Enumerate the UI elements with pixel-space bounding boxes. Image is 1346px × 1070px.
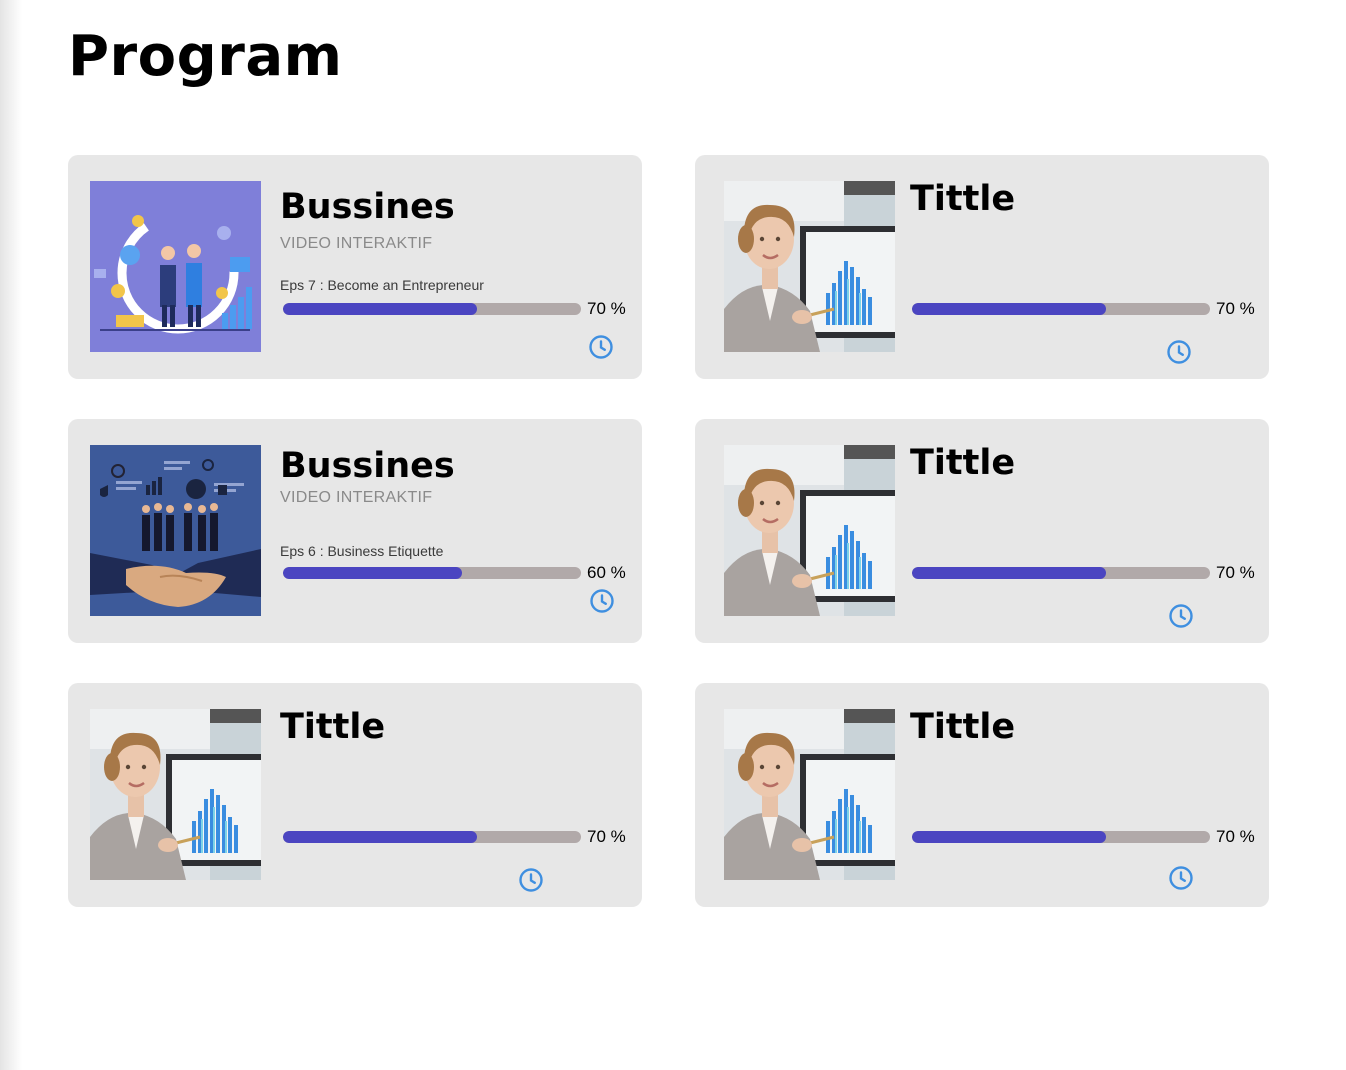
program-card[interactable]: Bussines VIDEO INTERAKTIF Eps 7 : Become… (68, 155, 642, 379)
program-thumbnail[interactable] (724, 181, 895, 352)
program-title: Tittle (910, 443, 1016, 483)
program-thumbnail[interactable] (90, 181, 261, 352)
program-thumbnail[interactable] (724, 445, 895, 616)
progress-percent: 70 % (1216, 299, 1255, 318)
progress-bar-fill (912, 567, 1106, 579)
progress-percent: 60 % (587, 563, 626, 582)
clock-icon[interactable] (1166, 339, 1192, 365)
clock-icon[interactable] (1168, 865, 1194, 891)
clock-icon[interactable] (589, 588, 615, 614)
program-title: Tittle (910, 707, 1016, 747)
left-edge-shadow (0, 0, 22, 1070)
progress-bar-fill (912, 303, 1106, 315)
progress-bar (912, 567, 1210, 579)
progress-percent: 70 % (1216, 827, 1255, 846)
progress-bar (283, 303, 581, 315)
progress-bar (912, 831, 1210, 843)
progress-percent: 70 % (587, 299, 626, 318)
progress-bar (283, 831, 581, 843)
program-card[interactable]: Tittle 70 % (695, 155, 1269, 379)
program-card[interactable]: Tittle 70 % (695, 419, 1269, 643)
program-type: VIDEO INTERAKTIF (280, 235, 433, 252)
program-title: Tittle (910, 179, 1016, 219)
clock-icon[interactable] (518, 867, 544, 893)
progress-bar-fill (283, 831, 477, 843)
program-card[interactable]: Bussines VIDEO INTERAKTIF Eps 6 : Busine… (68, 419, 642, 643)
progress-bar-fill (283, 567, 462, 579)
clock-icon[interactable] (1168, 603, 1194, 629)
clock-icon[interactable] (588, 334, 614, 360)
progress-bar (912, 303, 1210, 315)
program-thumbnail[interactable] (90, 445, 261, 616)
program-title: Tittle (280, 707, 386, 747)
progress-bar-fill (283, 303, 477, 315)
program-type: VIDEO INTERAKTIF (280, 489, 433, 506)
program-thumbnail[interactable] (90, 709, 261, 880)
episode-label: Eps 7 : Become an Entrepreneur (280, 277, 484, 293)
progress-percent: 70 % (587, 827, 626, 846)
program-card[interactable]: Tittle 70 % (68, 683, 642, 907)
program-card[interactable]: Tittle 70 % (695, 683, 1269, 907)
progress-percent: 70 % (1216, 563, 1255, 582)
page-title: Program (68, 24, 343, 89)
program-title: Bussines (280, 446, 455, 486)
program-title: Bussines (280, 187, 455, 227)
program-thumbnail[interactable] (724, 709, 895, 880)
progress-bar-fill (912, 831, 1106, 843)
episode-label: Eps 6 : Business Etiquette (280, 543, 444, 559)
progress-bar (283, 567, 581, 579)
